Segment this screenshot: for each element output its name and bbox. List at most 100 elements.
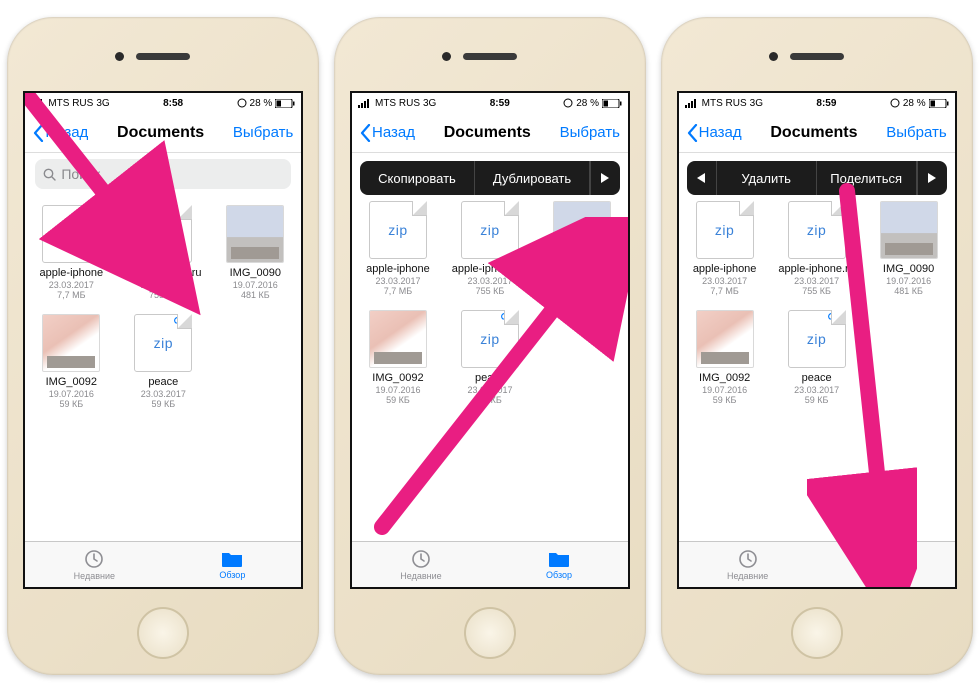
file-date: 19.07.2016 <box>863 276 955 286</box>
page-title: Documents <box>770 124 857 142</box>
file-name: apple-iphone <box>679 263 771 275</box>
screen: MTS RUS3G 8:59 28 % Назад Documents Выбр… <box>350 91 630 589</box>
select-button[interactable]: Выбрать <box>560 124 620 141</box>
back-button[interactable]: Назад <box>33 124 88 142</box>
clock-icon <box>737 548 759 570</box>
front-camera <box>769 52 778 61</box>
select-button[interactable]: Выбрать <box>233 124 293 141</box>
menu-duplicate[interactable]: Дублировать <box>475 161 590 195</box>
menu-share[interactable]: Поделиться <box>817 161 917 195</box>
menu-more-right[interactable] <box>590 161 620 195</box>
file-size: 7,7 МБ <box>352 286 444 296</box>
file-item[interactable]: zipapple-iphone.ru23.03.2017755 КБ <box>771 201 863 296</box>
file-item[interactable]: IMG_009219.07.201659 КБ <box>25 314 117 409</box>
carrier-label: MTS RUS <box>375 98 420 109</box>
tab-label: Недавние <box>74 571 115 581</box>
battery-percent: 28 % <box>903 98 926 109</box>
battery-percent: 28 % <box>250 98 273 109</box>
tab-browse[interactable]: Обзор <box>490 542 628 587</box>
tab-browse[interactable]: Обзор <box>163 542 301 587</box>
back-button[interactable]: Назад <box>687 124 742 142</box>
clock-icon <box>410 548 432 570</box>
file-date: 23.03.2017 <box>117 280 209 290</box>
file-item[interactable]: IMG_009019.07.2016481 КБ <box>863 201 955 296</box>
back-label: Назад <box>372 124 415 141</box>
file-name: peace <box>771 372 863 384</box>
home-button[interactable] <box>464 607 516 659</box>
file-name: peace <box>444 372 536 384</box>
home-button[interactable] <box>137 607 189 659</box>
phone-frame: MTS RUS3G 8:59 28 % Назад Documents Выбр… <box>334 17 646 675</box>
carrier-label: MTS RUS <box>48 98 93 109</box>
file-name: apple-iphone.ru <box>771 263 863 275</box>
file-name: peace <box>117 376 209 388</box>
nav-bar: Назад Documents Выбрать <box>25 113 301 153</box>
carrier-label: MTS RUS <box>702 98 747 109</box>
tab-recent[interactable]: Недавние <box>25 542 163 587</box>
file-name: IMG_0090 <box>209 267 301 279</box>
chevron-left-icon <box>33 124 44 142</box>
tab-label: Обзор <box>873 570 899 580</box>
tab-label: Недавние <box>400 571 441 581</box>
file-item[interactable]: IMG_009019.07.2016481 КБ <box>536 201 628 296</box>
signal-icon <box>31 99 45 108</box>
triangle-right-icon <box>601 173 609 183</box>
file-item[interactable]: IMG_009219.07.201659 КБ <box>352 310 444 405</box>
cloud-download-icon <box>827 309 843 323</box>
search-icon <box>43 168 56 181</box>
folder-icon <box>547 549 571 569</box>
battery-icon <box>929 99 949 108</box>
home-button[interactable] <box>791 607 843 659</box>
chevron-left-icon <box>360 124 371 142</box>
file-item[interactable]: zipapple-iphone.ru23.03.2017755 КБ <box>117 205 209 300</box>
file-date: 23.03.2017 <box>444 276 536 286</box>
search-input[interactable]: Поиск <box>35 159 291 189</box>
file-name: apple-iphone <box>25 267 117 279</box>
file-item[interactable]: zipapple-iphone.ru23.03.2017755 КБ <box>444 201 536 296</box>
file-item[interactable]: IMG_009219.07.201659 КБ <box>679 310 771 405</box>
file-size: 59 КБ <box>25 399 117 409</box>
file-item[interactable]: zippeace23.03.201759 КБ <box>771 310 863 405</box>
file-item[interactable]: IMG_009019.07.2016481 КБ <box>209 205 301 300</box>
back-button[interactable]: Назад <box>360 124 415 142</box>
status-bar: MTS RUS3G 8:59 28 % <box>352 93 628 113</box>
search-placeholder: Поиск <box>61 166 100 182</box>
tab-label: Недавние <box>727 571 768 581</box>
clock: 8:59 <box>816 98 836 109</box>
file-item[interactable]: zipapple-iphone23.03.20177,7 МБ <box>352 201 444 296</box>
rotation-lock-icon <box>237 98 247 108</box>
menu-copy[interactable]: Скопировать <box>360 161 475 195</box>
status-bar: MTS RUS 3G 8:58 28 % <box>25 93 301 113</box>
network-label: 3G <box>96 98 109 109</box>
back-label: Назад <box>45 124 88 141</box>
network-label: 3G <box>750 98 763 109</box>
select-button[interactable]: Выбрать <box>886 124 946 141</box>
menu-more-right[interactable] <box>917 161 947 195</box>
file-size: 59 КБ <box>352 395 444 405</box>
file-item[interactable]: zipapple-iphone23.03.20177,7 МБ <box>679 201 771 296</box>
back-label: Назад <box>699 124 742 141</box>
tab-label: Обзор <box>546 570 572 580</box>
tab-label: Обзор <box>219 570 245 580</box>
file-date: 23.03.2017 <box>444 385 536 395</box>
nav-bar: Назад Documents Выбрать <box>352 113 628 153</box>
file-size: 7,7 МБ <box>25 290 117 300</box>
file-name: IMG_0092 <box>352 372 444 384</box>
clock: 8:59 <box>490 98 510 109</box>
file-size: 481 КБ <box>536 286 628 296</box>
signal-icon <box>685 99 699 108</box>
menu-more-left[interactable] <box>687 161 717 195</box>
file-size: 59 КБ <box>679 395 771 405</box>
file-date: 19.07.2016 <box>679 385 771 395</box>
file-item[interactable]: zipapple-iphone23.03.20177,7 МБ <box>25 205 117 300</box>
tab-recent[interactable]: Недавние <box>679 542 817 587</box>
tab-recent[interactable]: Недавние <box>352 542 490 587</box>
file-item[interactable]: zippeace23.03.201759 КБ <box>444 310 536 405</box>
file-name: IMG_0092 <box>679 372 771 384</box>
menu-delete[interactable]: Удалить <box>717 161 817 195</box>
tab-browse[interactable]: Обзор <box>817 542 955 587</box>
front-camera <box>442 52 451 61</box>
file-size: 755 КБ <box>117 290 209 300</box>
network-label: 3G <box>423 98 436 109</box>
file-item[interactable]: zippeace23.03.201759 КБ <box>117 314 209 409</box>
